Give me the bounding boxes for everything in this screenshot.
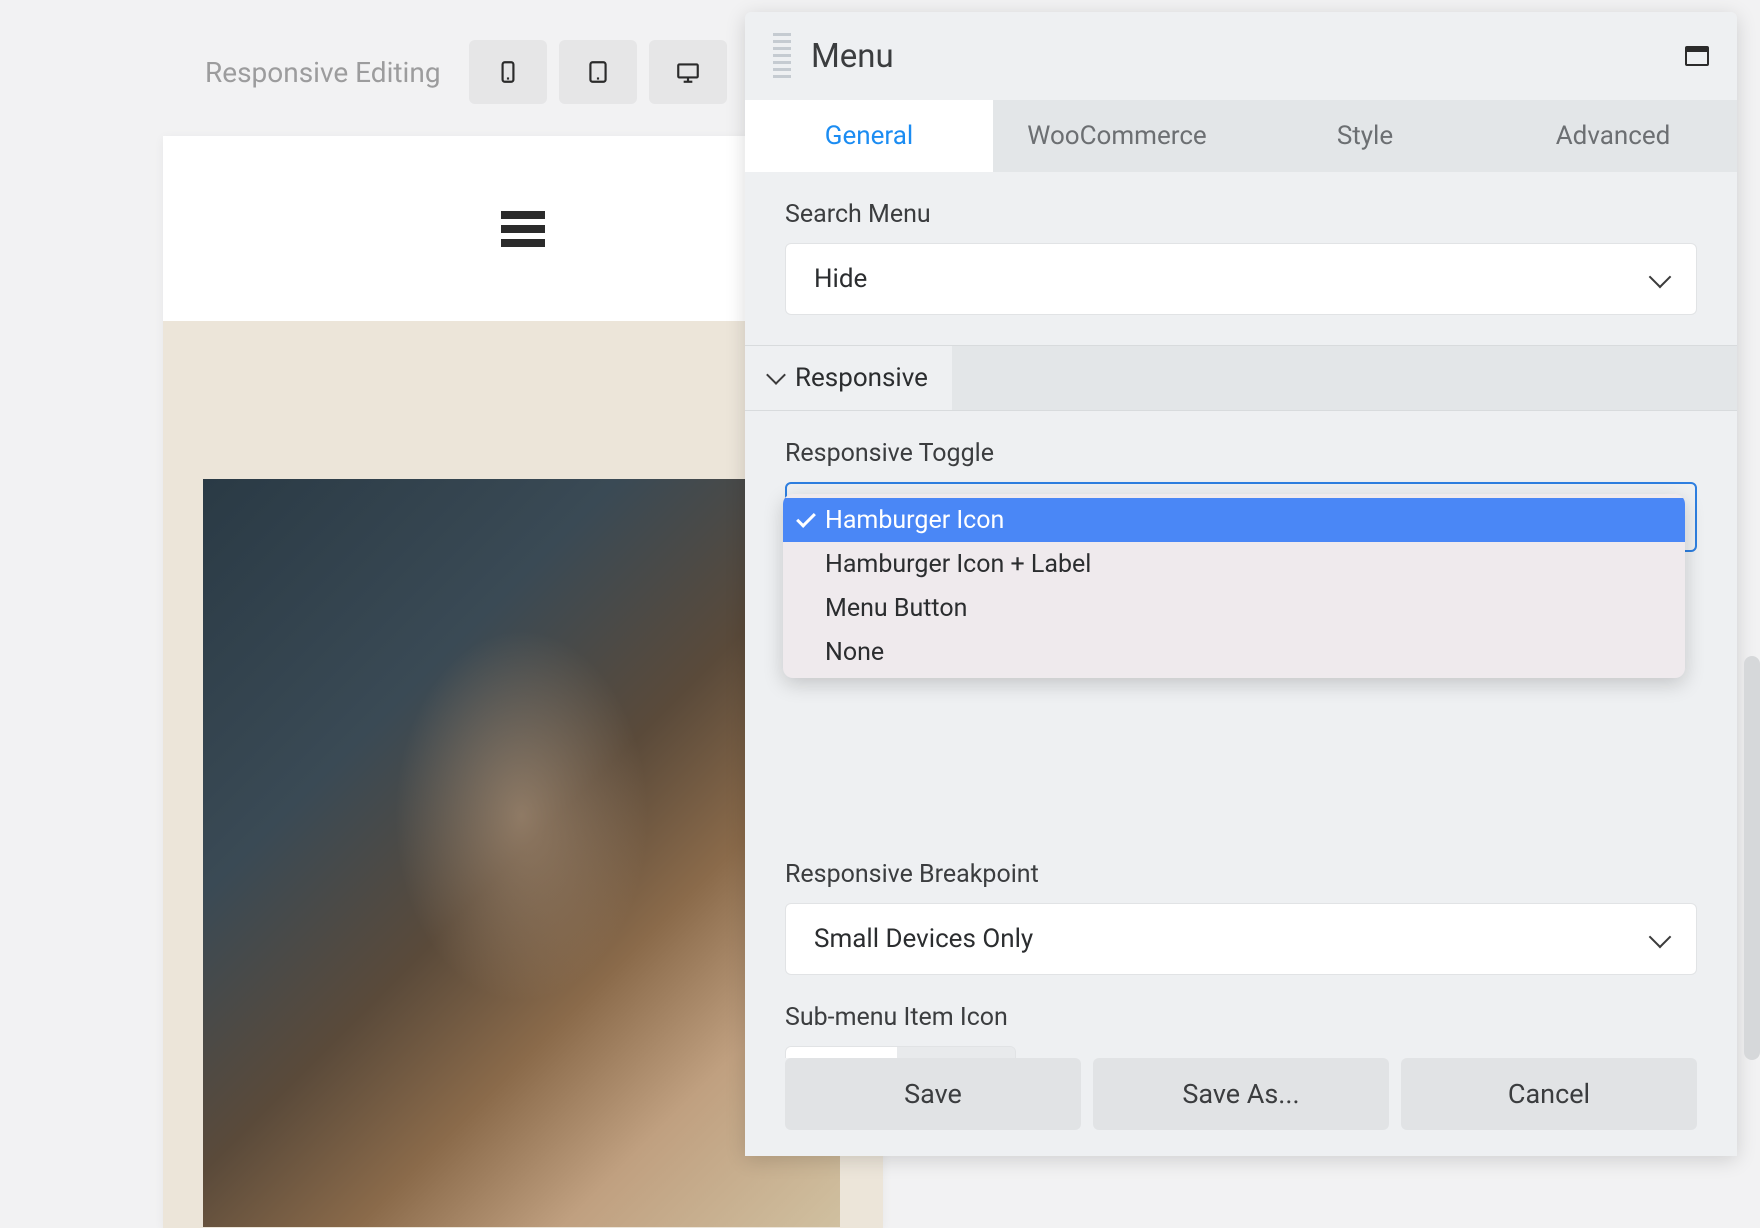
- tab-woocommerce[interactable]: WooCommerce: [993, 100, 1241, 172]
- save-as-button[interactable]: Save As...: [1093, 1058, 1389, 1130]
- responsive-breakpoint-label: Responsive Breakpoint: [785, 860, 1697, 889]
- panel-title: Menu: [811, 37, 1685, 76]
- segment-arrow[interactable]: Arrow: [897, 1047, 1015, 1058]
- dropdown-option-hamburger-icon-label[interactable]: Hamburger Icon + Label: [783, 542, 1685, 586]
- desktop-icon: [675, 59, 701, 85]
- tab-general[interactable]: General: [745, 100, 993, 172]
- check-icon: [796, 508, 816, 528]
- device-tablet-button[interactable]: [559, 40, 637, 104]
- dropdown-option-none[interactable]: None: [783, 630, 1685, 674]
- responsive-section-label: Responsive: [795, 363, 928, 393]
- tab-advanced[interactable]: Advanced: [1489, 100, 1737, 172]
- scrollbar[interactable]: [1744, 656, 1760, 1060]
- tab-style[interactable]: Style: [1241, 100, 1489, 172]
- responsive-editing-label: Responsive Editing: [205, 56, 441, 89]
- responsive-breakpoint-select[interactable]: Small Devices Only: [785, 903, 1697, 975]
- chevron-down-icon: [1649, 266, 1672, 289]
- dropdown-option-label: Menu Button: [825, 594, 967, 623]
- search-menu-select[interactable]: Hide: [785, 243, 1697, 315]
- submenu-icon-segmented: None Arrow: [785, 1046, 1016, 1058]
- drag-handle-icon[interactable]: [773, 33, 791, 79]
- dropdown-option-label: Hamburger Icon: [825, 506, 1004, 535]
- responsive-toggle-dropdown: Hamburger Icon Hamburger Icon + Label Me…: [783, 494, 1685, 678]
- window-toggle-icon[interactable]: [1685, 46, 1709, 66]
- segment-none[interactable]: None: [786, 1047, 897, 1058]
- responsive-section-header[interactable]: Responsive: [745, 345, 1737, 411]
- responsive-toggle-label: Responsive Toggle: [785, 439, 1697, 468]
- chevron-down-icon: [766, 365, 786, 385]
- dropdown-option-label: None: [825, 638, 884, 667]
- responsive-toggle-select[interactable]: Hamburger Icon Hamburger Icon + Label Me…: [785, 482, 1697, 666]
- save-button[interactable]: Save: [785, 1058, 1081, 1130]
- device-mobile-button[interactable]: [469, 40, 547, 104]
- tablet-icon: [585, 59, 611, 85]
- dropdown-option-hamburger-icon[interactable]: Hamburger Icon: [783, 498, 1685, 542]
- dropdown-option-label: Hamburger Icon + Label: [825, 550, 1091, 579]
- device-desktop-button[interactable]: [649, 40, 727, 104]
- search-menu-value: Hide: [814, 264, 1652, 294]
- chevron-down-icon: [1649, 926, 1672, 949]
- dropdown-option-menu-button[interactable]: Menu Button: [783, 586, 1685, 630]
- search-menu-label: Search Menu: [785, 200, 1697, 229]
- cancel-button[interactable]: Cancel: [1401, 1058, 1697, 1130]
- submenu-icon-label: Sub-menu Item Icon: [785, 1003, 1697, 1032]
- mobile-icon: [495, 59, 521, 85]
- settings-panel: Menu General WooCommerce Style Advanced …: [745, 12, 1737, 1156]
- responsive-breakpoint-value: Small Devices Only: [814, 924, 1652, 954]
- hamburger-icon[interactable]: [501, 211, 545, 247]
